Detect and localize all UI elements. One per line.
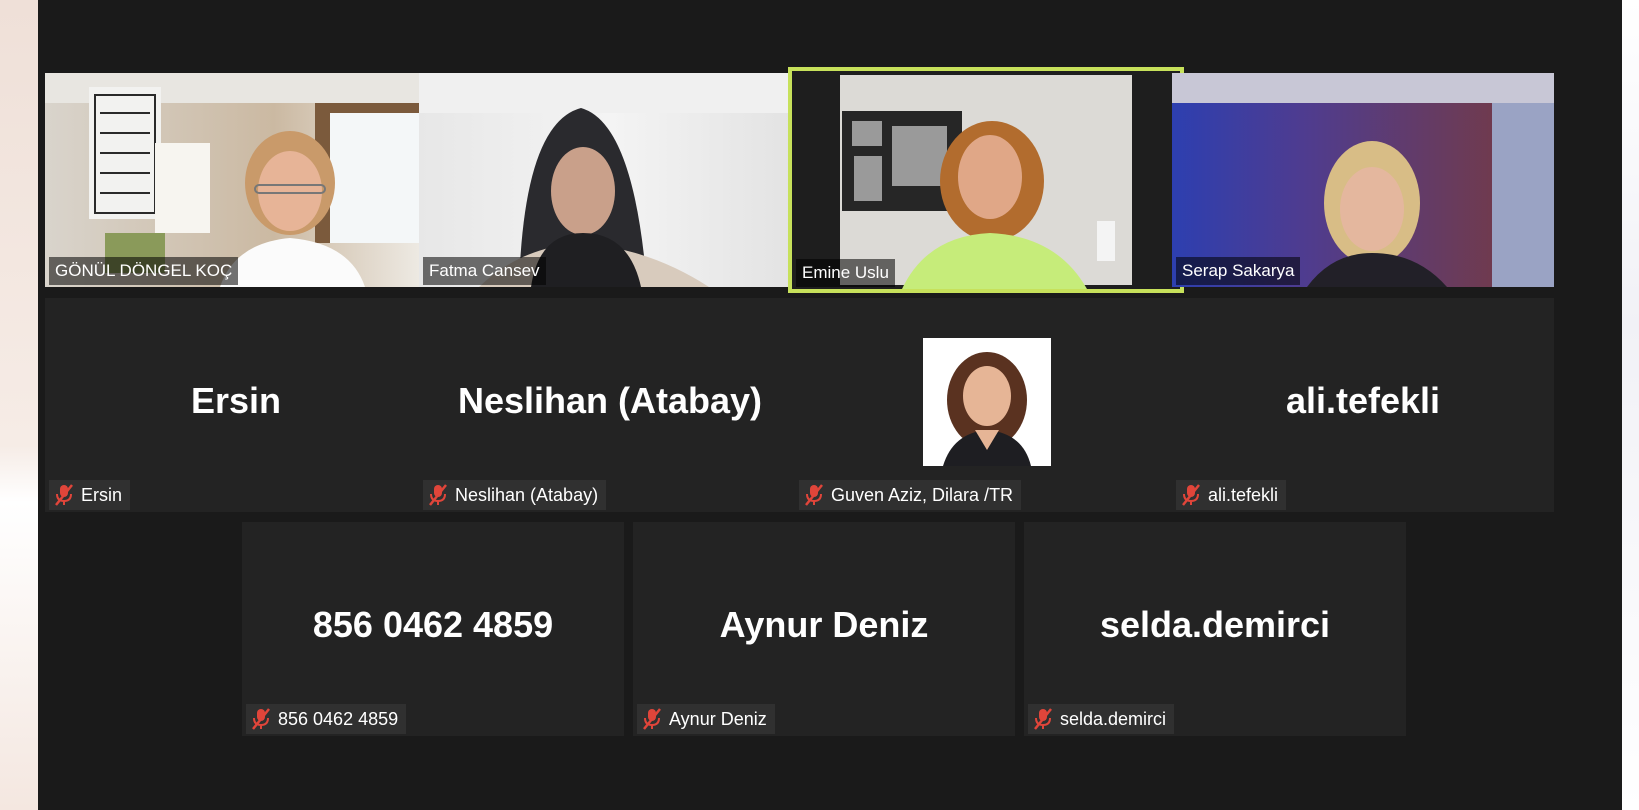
background-desktop-left — [0, 0, 38, 810]
profile-photo — [923, 338, 1051, 466]
meeting-gallery-view: GÖNÜL DÖNGEL KOÇ Fatma Cansev Emine Uslu… — [38, 0, 1622, 810]
participant-label: Guven Aziz, Dilara /TR — [799, 480, 1022, 510]
audio-tile-guven[interactable]: Guven Aziz, Dilara /TR — [795, 298, 1177, 512]
participant-display-name: Ersin — [190, 380, 282, 421]
video-tile-gonul[interactable]: GÖNÜL DÖNGEL KOÇ — [45, 73, 427, 287]
participant-label-text: Ersin — [81, 485, 123, 505]
mic-muted-icon — [55, 484, 73, 506]
participant-display-name: selda.demirci — [1099, 604, 1331, 645]
video-feed — [45, 73, 427, 287]
audio-tile-ali[interactable]: ali.tefekli ali.tefekli — [1172, 298, 1554, 512]
participant-label-text: 856 0462 4859 — [278, 709, 399, 729]
mic-muted-icon — [1034, 708, 1052, 730]
participant-name: Emine Uslu — [796, 259, 895, 287]
participant-label-text: selda.demirci — [1060, 709, 1167, 729]
mic-muted-icon — [1182, 484, 1200, 506]
mic-muted-icon — [805, 484, 823, 506]
audio-tile-ersin[interactable]: Ersin Ersin — [45, 298, 427, 512]
video-tile-fatma[interactable]: Fatma Cansev — [419, 73, 801, 287]
participant-label: Aynur Deniz — [637, 704, 775, 734]
participant-label-text: ali.tefekli — [1208, 485, 1279, 505]
participant-display-name: ali.tefekli — [1285, 380, 1441, 421]
participant-display-name: Aynur Deniz — [719, 604, 929, 645]
participant-label-text: Guven Aziz, Dilara /TR — [831, 485, 1014, 505]
participant-name: Fatma Cansev — [423, 257, 546, 285]
participant-display-name: Neslihan (Atabay) — [457, 380, 763, 421]
audio-tile-aynur[interactable]: Aynur Deniz Aynur Deniz — [633, 522, 1015, 736]
participant-label: ali.tefekli — [1176, 480, 1287, 510]
participant-label: selda.demirci — [1028, 704, 1175, 734]
participant-name: GÖNÜL DÖNGEL KOÇ — [49, 257, 239, 285]
mic-muted-icon — [643, 708, 661, 730]
audio-tile-selda[interactable]: selda.demirci selda.demirci — [1024, 522, 1406, 736]
participant-display-name: 856 0462 4859 — [312, 604, 554, 645]
video-feed — [419, 73, 801, 287]
participant-label-text: Neslihan (Atabay) — [455, 485, 599, 505]
video-tile-serap[interactable]: Serap Sakarya — [1172, 73, 1554, 287]
video-feed — [1172, 73, 1554, 287]
participant-label: Neslihan (Atabay) — [423, 480, 607, 510]
mic-muted-icon — [429, 484, 447, 506]
participant-label: 856 0462 4859 — [246, 704, 407, 734]
video-feed — [792, 71, 1180, 289]
background-desktop-right — [1622, 0, 1639, 810]
audio-tile-phone[interactable]: 856 0462 4859 856 0462 4859 — [242, 522, 624, 736]
video-tile-emine[interactable]: Emine Uslu — [788, 67, 1184, 293]
mic-muted-icon — [252, 708, 270, 730]
audio-tile-neslihan[interactable]: Neslihan (Atabay) Neslihan (Atabay) — [419, 298, 801, 512]
participant-name: Serap Sakarya — [1176, 257, 1301, 285]
participant-label: Ersin — [49, 480, 131, 510]
participant-label-text: Aynur Deniz — [669, 709, 767, 729]
